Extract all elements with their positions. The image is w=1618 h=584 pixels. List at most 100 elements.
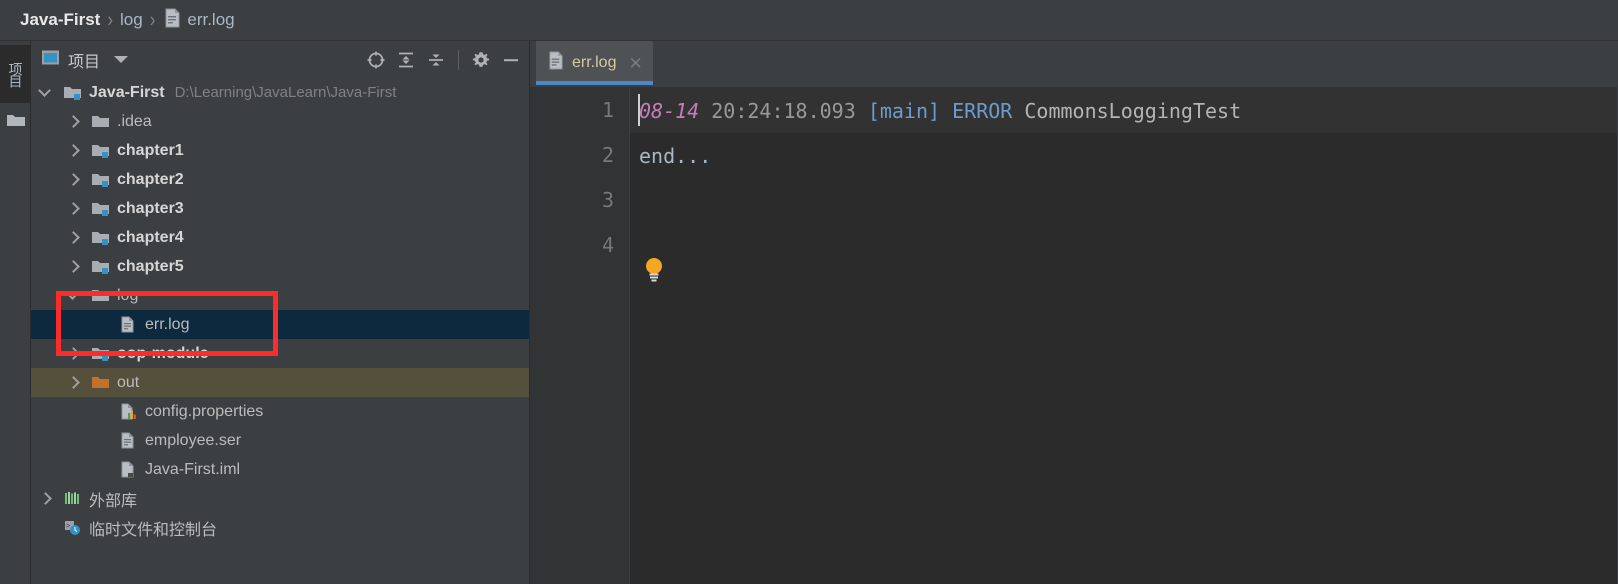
breadcrumb-separator-2: › — [149, 7, 156, 32]
code-line[interactable]: 08-14 20:24:18.093 [main] ERROR CommonsL… — [630, 88, 1618, 133]
tree-row-label: 外部库 — [89, 492, 138, 510]
project-tool-window-label: 项目 — [7, 62, 24, 86]
code-line[interactable]: end... — [630, 133, 1618, 178]
tree-row-label: Java-First — [89, 83, 165, 101]
chevron-down-icon[interactable] — [39, 86, 52, 99]
project-panel-header: 项目 — [31, 41, 530, 78]
properties-file-icon — [117, 403, 139, 421]
active-tab-indicator — [536, 81, 653, 85]
tree-row-chapter2[interactable]: chapter2 — [31, 165, 530, 194]
module-folder-icon — [89, 258, 111, 276]
tree-row-chapter1[interactable]: chapter1 — [31, 136, 530, 165]
svg-text:>: > — [66, 523, 70, 530]
tree-row-label: chapter2 — [117, 170, 184, 188]
tree-row-label: .idea — [117, 112, 152, 130]
tree-row-external-libraries[interactable]: 外部库 — [31, 484, 530, 513]
module-folder-icon — [89, 142, 111, 160]
tree-row-chapter5[interactable]: chapter5 — [31, 252, 530, 281]
tree-row-label: chapter5 — [117, 257, 184, 275]
code-token-thread: [main] — [867, 98, 941, 123]
tree-row-label: log — [117, 286, 139, 304]
lightbulb-icon[interactable] — [643, 256, 665, 282]
project-tree[interactable]: Java-First D:\Learning\JavaLearn\Java-Fir… — [31, 78, 530, 584]
folder-icon — [89, 113, 111, 131]
file-icon — [117, 432, 139, 450]
tree-row-log[interactable]: log — [31, 281, 530, 310]
tree-row-label: chapter3 — [117, 199, 184, 217]
close-icon[interactable]: ✕ — [628, 55, 642, 72]
chevron-right-icon[interactable] — [67, 202, 80, 215]
collapse-all-button[interactable] — [423, 47, 449, 73]
chevron-right-icon[interactable] — [67, 231, 80, 244]
tree-row-scratches-and-consoles[interactable]: > 临时文件和控制台 — [31, 513, 530, 542]
module-folder-icon — [89, 200, 111, 218]
chevron-right-icon[interactable] — [67, 347, 80, 360]
left-tool-strip: 项目 — [0, 41, 31, 584]
idea-window: Java-First › log › err.log 项目 项目 Java-Fi… — [0, 0, 1618, 584]
tree-row-chapter4[interactable]: chapter4 — [31, 223, 530, 252]
chevron-right-icon[interactable] — [67, 115, 80, 128]
tree-row-employee-ser[interactable]: employee.ser — [31, 426, 530, 455]
chevron-right-icon[interactable] — [39, 492, 52, 505]
gear-icon[interactable] — [468, 47, 494, 73]
code-token-plain: end... — [639, 143, 712, 168]
tree-row-label: out — [117, 373, 140, 391]
tree-row-idea[interactable]: .idea — [31, 107, 530, 136]
tree-row-label: config.properties — [145, 402, 264, 420]
editor-gutter[interactable]: 1 2 3 4 — [530, 88, 630, 584]
breadcrumb-folder[interactable]: log — [120, 10, 143, 30]
project-tool-window-button[interactable]: 项目 — [0, 45, 31, 103]
editor-code[interactable]: 08-14 20:24:18.093 [main] ERROR CommonsL… — [630, 88, 1618, 584]
breadcrumb-separator-1: › — [107, 7, 113, 32]
tree-row-label: Java-First.iml — [145, 460, 241, 478]
code-token-time: 20:24:18.093 — [711, 98, 856, 123]
editor-tab-bar: err.log ✕ — [530, 41, 1618, 88]
structure-tool-window-button[interactable] — [0, 105, 31, 139]
tree-row-label: chapter1 — [117, 141, 184, 159]
line-number: 2 — [601, 143, 614, 167]
scroll-from-source-button[interactable] — [363, 47, 389, 73]
editor-body[interactable]: 1 2 3 4 08-14 20:24:18.093 [main] ERROR Com… — [530, 88, 1618, 584]
excluded-folder-icon — [89, 374, 111, 392]
tree-row-out[interactable]: out — [31, 368, 530, 397]
tree-row-java-first-iml[interactable]: Java-First.iml — [31, 455, 530, 484]
chevron-down-icon[interactable] — [114, 56, 129, 63]
tree-row-config-properties[interactable]: config.properties — [31, 397, 530, 426]
tree-row-label: chapter4 — [117, 228, 184, 246]
iml-file-icon — [117, 461, 139, 479]
project-view-icon — [41, 48, 60, 72]
breadcrumb: Java-First › log › err.log — [0, 0, 1618, 41]
tree-row-err-log[interactable]: err.log — [31, 310, 530, 339]
chevron-down-icon[interactable] — [67, 289, 80, 302]
minimize-icon[interactable] — [498, 47, 524, 73]
line-number: 3 — [601, 188, 614, 212]
line-number: 1 — [601, 98, 614, 122]
chevron-right-icon[interactable] — [67, 260, 80, 273]
module-folder-icon — [61, 84, 83, 102]
tree-row-label: err.log — [145, 315, 190, 333]
expand-all-button[interactable] — [393, 47, 419, 73]
chevron-right-icon[interactable] — [67, 173, 80, 186]
library-icon — [61, 490, 83, 508]
toolbar-divider — [458, 49, 459, 70]
tree-row-oop-module[interactable]: oop-module — [31, 339, 530, 368]
chevron-right-icon[interactable] — [67, 376, 80, 389]
tree-row-label: 临时文件和控制台 — [89, 521, 218, 539]
tree-row-chapter3[interactable]: chapter3 — [31, 194, 530, 223]
breadcrumb-file[interactable]: err.log — [187, 10, 234, 30]
code-token-logger: CommonsLoggingTest — [1024, 98, 1242, 123]
code-token-date: 08-14 — [639, 98, 700, 123]
editor-area: err.log ✕ 1 2 3 4 08-14 20:24:18.093 [main]… — [530, 41, 1618, 584]
breadcrumb-root[interactable]: Java-First — [20, 10, 100, 30]
tree-row-label: employee.ser — [145, 431, 242, 449]
tree-row-java-first[interactable]: Java-First D:\Learning\JavaLearn\Java-Fir… — [31, 78, 530, 107]
chevron-right-icon[interactable] — [67, 144, 80, 157]
log-file-icon — [164, 8, 181, 33]
editor-tab-err-log[interactable]: err.log ✕ — [536, 41, 653, 85]
